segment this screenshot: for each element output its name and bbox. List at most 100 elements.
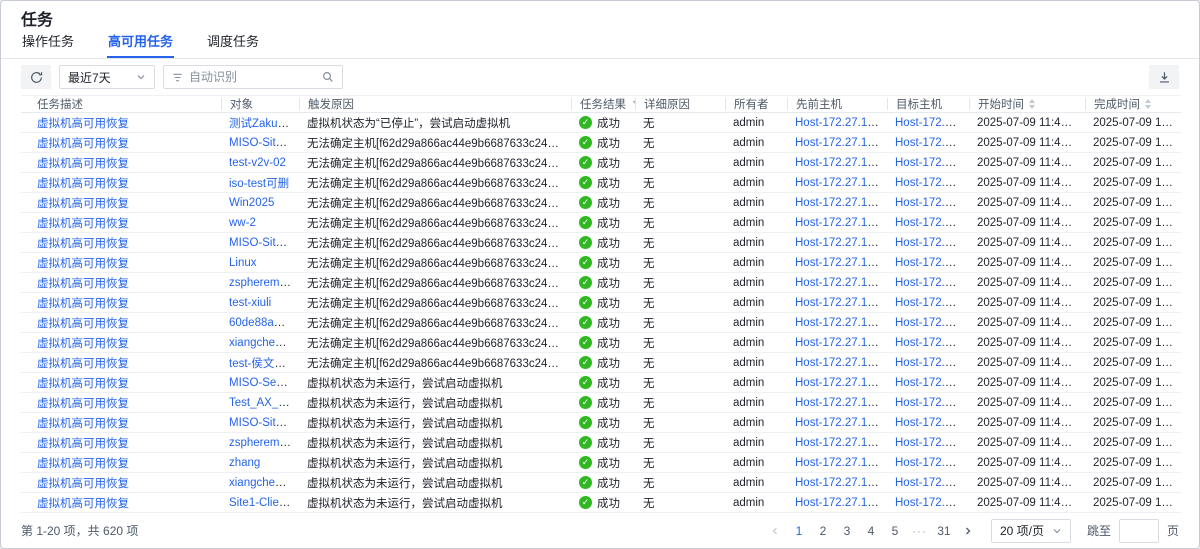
object-link[interactable]: xiangcheng… <box>229 477 299 489</box>
target-host-link[interactable]: Host-172.27… <box>895 497 969 509</box>
object-link[interactable]: Test_AX_Na… <box>229 397 299 409</box>
target-host-link[interactable]: Host-172.27… <box>895 157 969 169</box>
target-host-link[interactable]: Host-172.27… <box>895 337 969 349</box>
target-host-link[interactable]: Host-172.27… <box>895 417 969 429</box>
page-size-select[interactable]: 20 项/页 <box>991 519 1071 543</box>
prev-host-link[interactable]: Host-172.27.1.30 <box>795 337 883 349</box>
page-number-button[interactable]: 31 <box>937 524 951 538</box>
prev-host-link[interactable]: Host-172.27.1.30 <box>795 197 883 209</box>
task-desc-link[interactable]: 虚拟机高可用恢复 <box>37 278 129 290</box>
prev-host-link[interactable]: Host-172.27.1.30 <box>795 297 883 309</box>
task-desc-link[interactable]: 虚拟机高可用恢复 <box>37 358 129 370</box>
prev-host-link[interactable]: Host-172.27.1.32 <box>795 437 883 449</box>
page-number-button[interactable]: 2 <box>816 524 830 538</box>
object-link[interactable]: test-侯文静-… <box>229 358 299 370</box>
page-number-button[interactable]: 3 <box>840 524 854 538</box>
sort-icon[interactable] <box>1029 99 1035 109</box>
target-host-link[interactable]: Host-172.27… <box>895 117 969 129</box>
search-icon[interactable] <box>322 71 334 83</box>
target-host-link[interactable]: Host-172.27… <box>895 437 969 449</box>
sort-icon[interactable] <box>1145 99 1151 109</box>
task-desc-link[interactable]: 虚拟机高可用恢复 <box>37 298 129 310</box>
prev-host-link[interactable]: Host-172.27.1.30 <box>795 317 883 329</box>
prev-host-link[interactable]: Host-172.27.1.32 <box>795 497 883 509</box>
task-desc-link[interactable]: 虚拟机高可用恢复 <box>37 398 129 410</box>
target-host-link[interactable]: Host-172.27… <box>895 317 969 329</box>
object-link[interactable]: Site1-Client1 <box>229 497 295 509</box>
task-desc-link[interactable]: 虚拟机高可用恢复 <box>37 458 129 470</box>
page-number-button[interactable]: 5 <box>888 524 902 538</box>
target-host-link[interactable]: Host-172.27… <box>895 297 969 309</box>
object-link[interactable]: MISO-Site1… <box>229 237 299 249</box>
object-link[interactable]: xiangcheng… <box>229 337 299 349</box>
task-desc-link[interactable]: 虚拟机高可用恢复 <box>37 238 129 250</box>
page-number-button[interactable]: 1 <box>792 524 806 538</box>
next-page-button[interactable] <box>961 526 975 536</box>
prev-host-link[interactable]: Host-172.27.1.30 <box>795 137 883 149</box>
prev-host-link[interactable]: Host-172.27.1.30 <box>795 357 883 369</box>
task-desc-link[interactable]: 虚拟机高可用恢复 <box>37 318 129 330</box>
prev-page-button[interactable] <box>768 526 782 536</box>
task-desc-link[interactable]: 虚拟机高可用恢复 <box>37 158 129 170</box>
tab-item[interactable]: 调度任务 <box>206 30 260 58</box>
task-desc-link[interactable]: 虚拟机高可用恢复 <box>37 498 129 510</box>
target-host-link[interactable]: Host-172.27… <box>895 377 969 389</box>
task-desc-link[interactable]: 虚拟机高可用恢复 <box>37 178 129 190</box>
object-link[interactable]: MISO-Site2… <box>229 417 299 429</box>
object-link[interactable]: 测试Zaku集… <box>229 118 299 130</box>
refresh-button[interactable] <box>21 65 51 89</box>
jump-page-input[interactable] <box>1119 519 1159 543</box>
task-desc-link[interactable]: 虚拟机高可用恢复 <box>37 438 129 450</box>
export-button[interactable] <box>1149 65 1179 89</box>
prev-host-link[interactable]: Host-172.27.1.32 <box>795 377 883 389</box>
prev-host-link[interactable]: Host-172.27.1.30 <box>795 257 883 269</box>
task-desc-link[interactable]: 虚拟机高可用恢复 <box>37 138 129 150</box>
target-host-link[interactable]: Host-172.27… <box>895 177 969 189</box>
task-desc-link[interactable]: 虚拟机高可用恢复 <box>37 338 129 350</box>
object-link[interactable]: test-v2v-02 <box>229 157 286 169</box>
object-link[interactable]: 60de88a14… <box>229 317 298 329</box>
object-link[interactable]: zspheremim… <box>229 437 299 449</box>
object-link[interactable]: zspheremim… <box>229 277 299 289</box>
object-link[interactable]: Win2025 <box>229 197 274 209</box>
prev-host-link[interactable]: Host-172.27.1.30 <box>795 157 883 169</box>
object-link[interactable]: test-xiuli <box>229 297 271 309</box>
target-host-link[interactable]: Host-172.27… <box>895 137 969 149</box>
prev-host-link[interactable]: Host-172.27.1.32 <box>795 417 883 429</box>
task-desc-link[interactable]: 虚拟机高可用恢复 <box>37 258 129 270</box>
target-host-link[interactable]: Host-172.27… <box>895 477 969 489</box>
prev-host-link[interactable]: Host-172.27.1.30 <box>795 177 883 189</box>
prev-host-link[interactable]: Host-172.27.1.30 <box>795 117 883 129</box>
object-link[interactable]: MISO-Serve… <box>229 377 299 389</box>
task-desc-link[interactable]: 虚拟机高可用恢复 <box>37 218 129 230</box>
search-input[interactable] <box>189 70 316 84</box>
tab-item[interactable]: 高可用任务 <box>107 30 174 58</box>
object-link[interactable]: Linux <box>229 257 257 269</box>
prev-host-link[interactable]: Host-172.27.1.32 <box>795 457 883 469</box>
task-desc-link[interactable]: 虚拟机高可用恢复 <box>37 378 129 390</box>
prev-host-link[interactable]: Host-172.27.1.30 <box>795 217 883 229</box>
target-host-link[interactable]: Host-172.27… <box>895 237 969 249</box>
target-host-link[interactable]: Host-172.27… <box>895 397 969 409</box>
task-desc-link[interactable]: 虚拟机高可用恢复 <box>37 418 129 430</box>
object-link[interactable]: MISO-Site2… <box>229 137 299 149</box>
task-desc-link[interactable]: 虚拟机高可用恢复 <box>37 478 129 490</box>
tab-item[interactable]: 操作任务 <box>21 30 75 58</box>
object-link[interactable]: zhang <box>229 457 260 469</box>
object-link[interactable]: iso-test可删 <box>229 178 289 190</box>
target-host-link[interactable]: Host-172.27… <box>895 217 969 229</box>
target-host-link[interactable]: Host-172.27… <box>895 357 969 369</box>
task-desc-link[interactable]: 虚拟机高可用恢复 <box>37 118 129 130</box>
target-host-link[interactable]: Host-172.27… <box>895 257 969 269</box>
prev-host-link[interactable]: Host-172.27.1.30 <box>795 237 883 249</box>
date-range-select[interactable]: 最近7天 <box>59 65 155 89</box>
page-number-button[interactable]: 4 <box>864 524 878 538</box>
target-host-link[interactable]: Host-172.27… <box>895 197 969 209</box>
target-host-link[interactable]: Host-172.27… <box>895 277 969 289</box>
page-number-button[interactable]: ··· <box>912 524 927 538</box>
filter-icon[interactable] <box>631 99 635 110</box>
prev-host-link[interactable]: Host-172.27.1.32 <box>795 397 883 409</box>
prev-host-link[interactable]: Host-172.27.1.30 <box>795 277 883 289</box>
object-link[interactable]: ww-2 <box>229 217 256 229</box>
target-host-link[interactable]: Host-172.27… <box>895 457 969 469</box>
